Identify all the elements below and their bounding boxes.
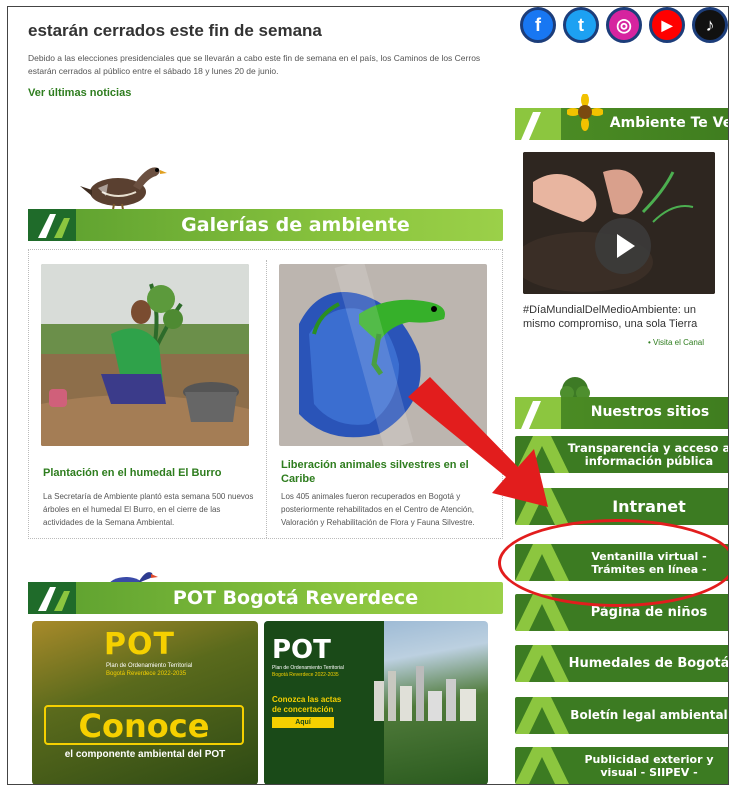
site-label: Boletín legal ambiental: [570, 708, 728, 722]
actas-line2: de concertación: [272, 705, 334, 714]
pot-title: POT Bogotá Reverdece: [172, 587, 419, 609]
pot-logo: POT: [104, 627, 175, 662]
page-frame: estarán cerrados este fin de semana Debi…: [7, 6, 729, 785]
pot-brand: Bogotá Reverdece 2022-2035: [272, 672, 339, 678]
site-label: Humedales de Bogotá: [568, 656, 729, 671]
visit-channel-link[interactable]: • Visita el Canal: [648, 338, 704, 347]
gallery-card-title[interactable]: Plantación en el humedal El Burro: [43, 466, 253, 480]
latest-news-link[interactable]: Ver últimas noticias: [28, 87, 131, 99]
play-button-icon[interactable]: [595, 218, 651, 274]
pot-subtitle: Plan de Ordenamiento Territorial: [272, 665, 344, 671]
pot-small-text: el componente ambiental del POT: [64, 749, 226, 760]
pot-big-text: Conoce: [44, 705, 244, 745]
video-player[interactable]: [523, 152, 715, 294]
galleries-banner: Galerías de ambiente: [28, 209, 503, 241]
tiktok-icon[interactable]: ♪: [692, 7, 728, 43]
sunflower-icon: [567, 94, 603, 131]
ambiente-te-ve-title: Ambiente Te Ve: [609, 115, 729, 131]
site-label: Publicidad exterior y visual - SIIPEV -: [584, 752, 714, 779]
gallery-image-planting[interactable]: [41, 264, 249, 446]
city-skyline-image: [374, 666, 476, 721]
site-label: Transparencia y acceso a información púb…: [567, 440, 729, 468]
facebook-icon[interactable]: f: [520, 7, 556, 43]
youtube-icon[interactable]: ▶: [649, 7, 685, 43]
red-arrow-annotation: [408, 377, 548, 507]
twitter-icon[interactable]: t: [563, 7, 599, 43]
video-caption[interactable]: #DíaMundialDelMedioAmbiente: un mismo co…: [523, 303, 723, 331]
pot-banner: POT Bogotá Reverdece: [28, 582, 503, 614]
pot-logo: POT: [272, 635, 331, 665]
ambiente-te-ve-banner: Ambiente Te Ve: [515, 94, 729, 140]
sda-logo-icon: [515, 108, 561, 140]
site-siipev-button[interactable]: Publicidad exterior y visual - SIIPEV -: [515, 747, 728, 784]
gallery-card-text: La Secretaría de Ambiente plantó esta se…: [43, 492, 254, 527]
gallery-divider: [266, 260, 267, 538]
aqui-button[interactable]: Aquí: [272, 717, 334, 728]
actas-line1: Conozca las actas: [272, 695, 342, 704]
site-boletin-button[interactable]: Boletín legal ambiental: [515, 697, 728, 734]
news-title[interactable]: estarán cerrados este fin de semana: [28, 21, 322, 41]
galleries-title: Galerías de ambiente: [181, 214, 410, 236]
red-oval-annotation: [498, 519, 728, 607]
pot-card-actas[interactable]: POT Plan de Ordenamiento Territorial Bog…: [264, 621, 488, 784]
site-humedales-button[interactable]: Humedales de Bogotá: [515, 645, 729, 682]
news-body: Debido a las elecciones presidenciales q…: [28, 53, 481, 76]
our-sites-title: Nuestros sitios: [590, 404, 710, 420]
pot-subtitle: Plan de Ordenamiento Territorial: [106, 663, 193, 669]
instagram-icon[interactable]: ◎: [606, 7, 642, 43]
pot-brand: Bogotá Reverdece 2022-2035: [106, 671, 187, 677]
pot-card-conoce[interactable]: POT Plan de Ordenamiento Territorial Bog…: [32, 621, 258, 784]
